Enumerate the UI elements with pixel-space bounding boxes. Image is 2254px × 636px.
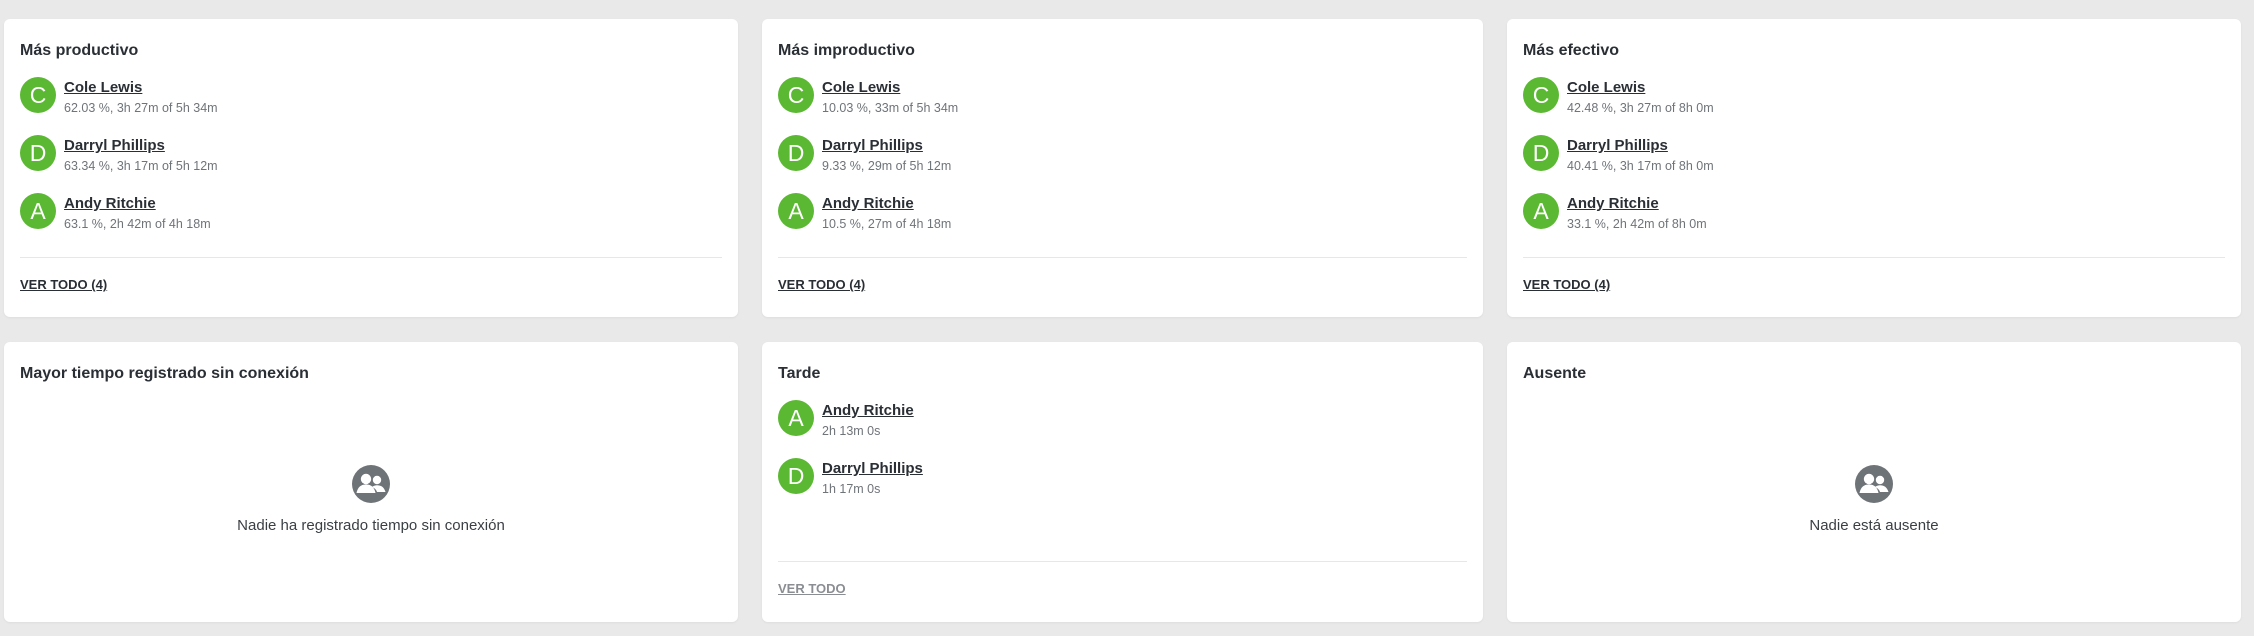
most-productive-card: Más productivo C Cole Lewis 62.03 %, 3h … [4, 19, 738, 317]
avatar: D [1523, 135, 1559, 171]
people-icon [351, 464, 391, 504]
card-title: Más efectivo [1523, 42, 1620, 59]
absent-card: Ausente Nadie está ausente [1507, 342, 2241, 622]
empty-state: Nadie está ausente [1507, 464, 2241, 534]
user-stat: 1h 17m 0s [822, 482, 881, 496]
user-name-link[interactable]: Andy Ritchie [1567, 195, 1659, 212]
divider [778, 561, 1467, 562]
user-name-link[interactable]: Cole Lewis [822, 79, 900, 96]
card-title: Más improductivo [778, 42, 915, 59]
user-name-link[interactable]: Darryl Phillips [64, 137, 165, 154]
avatar: A [20, 193, 56, 229]
user-stat: 42.48 %, 3h 27m of 8h 0m [1567, 101, 1714, 115]
user-stat: 2h 13m 0s [822, 424, 881, 438]
avatar: D [20, 135, 56, 171]
user-stat: 63.1 %, 2h 42m of 4h 18m [64, 217, 211, 231]
see-all-link[interactable]: VER TODO (4) [1523, 277, 1610, 292]
avatar: C [20, 77, 56, 113]
user-name-link[interactable]: Darryl Phillips [822, 460, 923, 477]
empty-state: Nadie ha registrado tiempo sin conexión [4, 464, 738, 534]
see-all-link[interactable]: VER TODO (4) [20, 277, 107, 292]
divider [1523, 257, 2225, 258]
card-title: Más productivo [20, 42, 139, 59]
user-stat: 10.03 %, 33m of 5h 34m [822, 101, 959, 115]
avatar: C [1523, 77, 1559, 113]
see-all-link[interactable]: VER TODO (4) [778, 277, 865, 292]
divider [20, 257, 722, 258]
user-stat: 9.33 %, 29m of 5h 12m [822, 159, 952, 173]
avatar: C [778, 77, 814, 113]
divider [778, 257, 1467, 258]
user-name-link[interactable]: Andy Ritchie [64, 195, 156, 212]
user-stat: 63.34 %, 3h 17m of 5h 12m [64, 159, 218, 173]
most-unproductive-card: Más improductivo C Cole Lewis 10.03 %, 3… [762, 19, 1483, 317]
empty-state-text: Nadie ha registrado tiempo sin conexión [237, 517, 505, 534]
most-effective-card: Más efectivo C Cole Lewis 42.48 %, 3h 27… [1507, 19, 2241, 317]
avatar: A [778, 193, 814, 229]
user-name-link[interactable]: Cole Lewis [1567, 79, 1645, 96]
late-card: Tarde A Andy Ritchie 2h 13m 0s D Darryl … [762, 342, 1483, 622]
user-name-link[interactable]: Andy Ritchie [822, 402, 914, 419]
see-all-link[interactable]: VER TODO [778, 581, 846, 596]
empty-state-text: Nadie está ausente [1809, 517, 1939, 534]
card-title: Tarde [778, 365, 821, 382]
avatar: D [778, 458, 814, 494]
avatar: A [778, 400, 814, 436]
user-stat: 62.03 %, 3h 27m of 5h 34m [64, 101, 218, 115]
user-name-link[interactable]: Darryl Phillips [1567, 137, 1668, 154]
user-name-link[interactable]: Andy Ritchie [822, 195, 914, 212]
people-icon [1854, 464, 1894, 504]
avatar: A [1523, 193, 1559, 229]
user-stat: 33.1 %, 2h 42m of 8h 0m [1567, 217, 1707, 231]
user-stat: 40.41 %, 3h 17m of 8h 0m [1567, 159, 1714, 173]
avatar: D [778, 135, 814, 171]
user-name-link[interactable]: Darryl Phillips [822, 137, 923, 154]
card-title: Ausente [1523, 365, 1587, 382]
user-name-link[interactable]: Cole Lewis [64, 79, 142, 96]
card-title: Mayor tiempo registrado sin conexión [20, 365, 309, 382]
user-stat: 10.5 %, 27m of 4h 18m [822, 217, 952, 231]
longest-offline-time-card: Mayor tiempo registrado sin conexión Nad… [4, 342, 738, 622]
